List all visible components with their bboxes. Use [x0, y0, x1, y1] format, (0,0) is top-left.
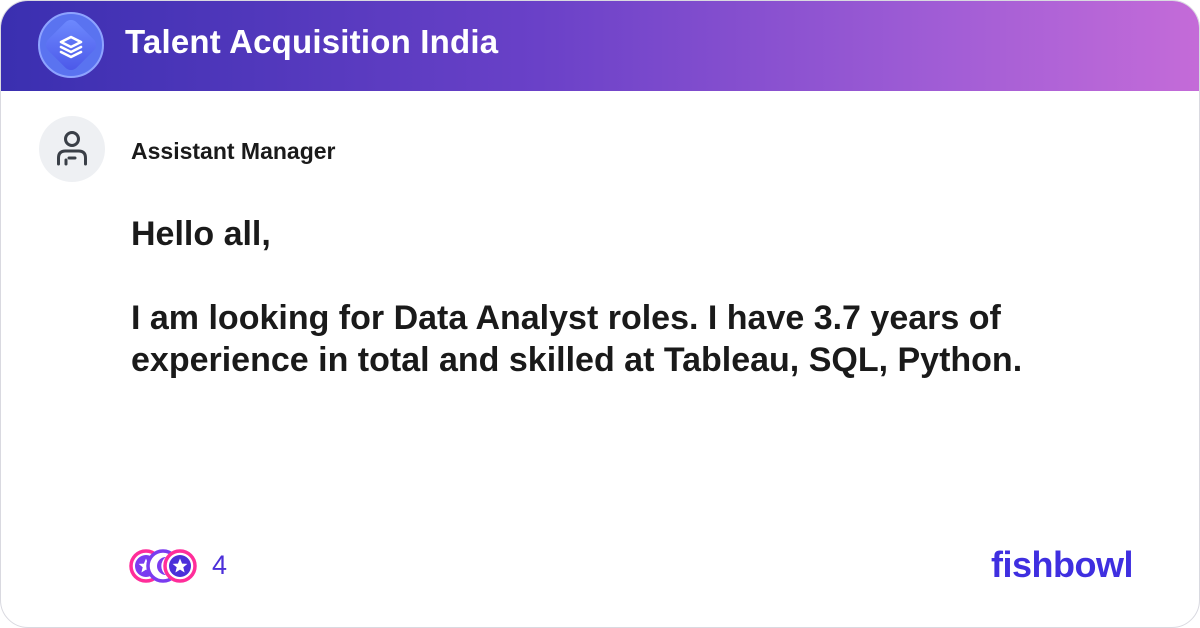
avatar[interactable]	[39, 116, 105, 182]
bowl-logo[interactable]	[37, 11, 105, 79]
bowl-header: Talent Acquisition India	[1, 1, 1199, 91]
fishbowl-logo[interactable]: fishbowl	[991, 544, 1134, 586]
user-icon	[57, 131, 87, 166]
bowl-title[interactable]: Talent Acquisition India	[125, 23, 498, 61]
post-greeting: Hello all,	[131, 215, 271, 253]
star-reaction-icon	[163, 549, 197, 583]
post-message: I am looking for Data Analyst roles. I h…	[131, 299, 1023, 379]
author-designation[interactable]: Assistant Manager	[131, 138, 336, 165]
layers-icon	[38, 12, 104, 78]
post-card: Talent Acquisition India Assistant Manag…	[0, 0, 1200, 628]
reaction-count[interactable]: 4	[212, 550, 227, 581]
post-body: Hello all, I am looking for Data Analyst…	[131, 213, 1161, 381]
